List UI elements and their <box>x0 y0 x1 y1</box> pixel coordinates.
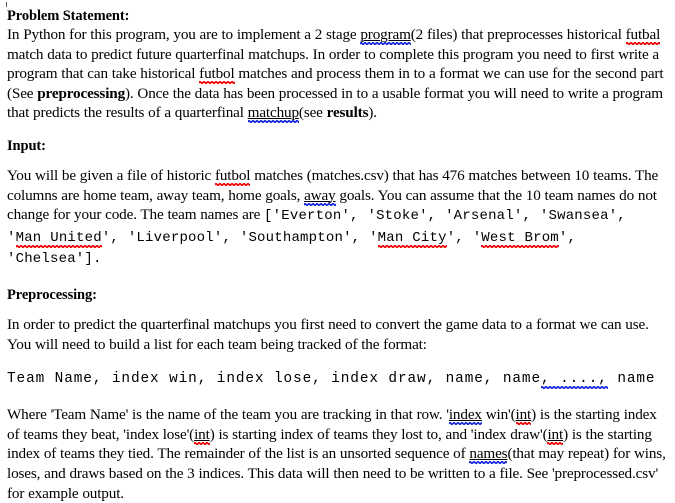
grammar-error-matchup: matchup <box>247 104 299 122</box>
spelling-error-man-united: Man United <box>15 229 102 246</box>
text-run: win'( <box>481 406 516 424</box>
grammar-error-away: away <box>304 186 336 204</box>
spelling-error-man-city: Man City <box>377 229 447 246</box>
text-run: You will be given a file of historic <box>7 166 215 184</box>
text-run: In Python for this program, you are to i… <box>7 26 361 43</box>
text-run: In order to predict the quarterfinal mat… <box>7 315 649 353</box>
grammar-error-names: names <box>469 445 508 463</box>
grammar-error-program: program <box>360 26 411 43</box>
document-page: Problem Statement: In Python for this pr… <box>0 0 675 503</box>
team-list-mono-run: ', 'Liverpool', 'Southampton', ' <box>101 229 378 246</box>
spelling-error-futbol: futbol <box>199 65 235 83</box>
text-run: (2 files) that preprocesses historical <box>410 26 626 43</box>
spelling-error-int: int <box>547 425 564 443</box>
paragraph-format-explanation: Where 'Team Name' is the name of the tea… <box>7 405 669 503</box>
spelling-error-west-brom: West Brom <box>481 229 559 246</box>
spelling-error-futbal: futbal <box>625 26 661 43</box>
spelling-error-int: int <box>194 425 210 443</box>
record-format-line: Team Name, index win, index lose, index … <box>7 370 669 389</box>
text-run: Where 'Team Name' is the name of the tea… <box>7 406 449 424</box>
bold-results: results <box>326 104 369 122</box>
paragraph-preprocessing: In order to predict the quarterfinal mat… <box>7 315 669 354</box>
team-list-mono-run: ', ' <box>446 229 482 246</box>
paragraph-problem-statement: In Python for this program, you are to i… <box>7 25 669 123</box>
document-content: Problem Statement: In Python for this pr… <box>7 7 669 503</box>
spelling-error-int: int <box>515 406 532 424</box>
spelling-error-futbol: futbol <box>214 166 251 184</box>
bold-preprocessing: preprocessing <box>37 84 126 102</box>
grammar-error-ellipsis: , ...., <box>541 371 608 388</box>
grammar-error-index: index <box>448 406 482 424</box>
text-run: ). <box>368 104 377 122</box>
format-prefix: Team Name, index win, index lose, index … <box>7 371 542 388</box>
text-run: (see <box>298 104 327 122</box>
heading-input: Input: <box>7 137 46 154</box>
format-suffix: name <box>607 371 656 388</box>
text-run: ) is starting index of teams they lost t… <box>209 425 548 443</box>
heading-preprocessing: Preprocessing: <box>7 286 97 303</box>
paragraph-input: You will be given a file of historic fut… <box>7 166 669 270</box>
heading-problem-statement: Problem Statement: <box>7 8 130 24</box>
